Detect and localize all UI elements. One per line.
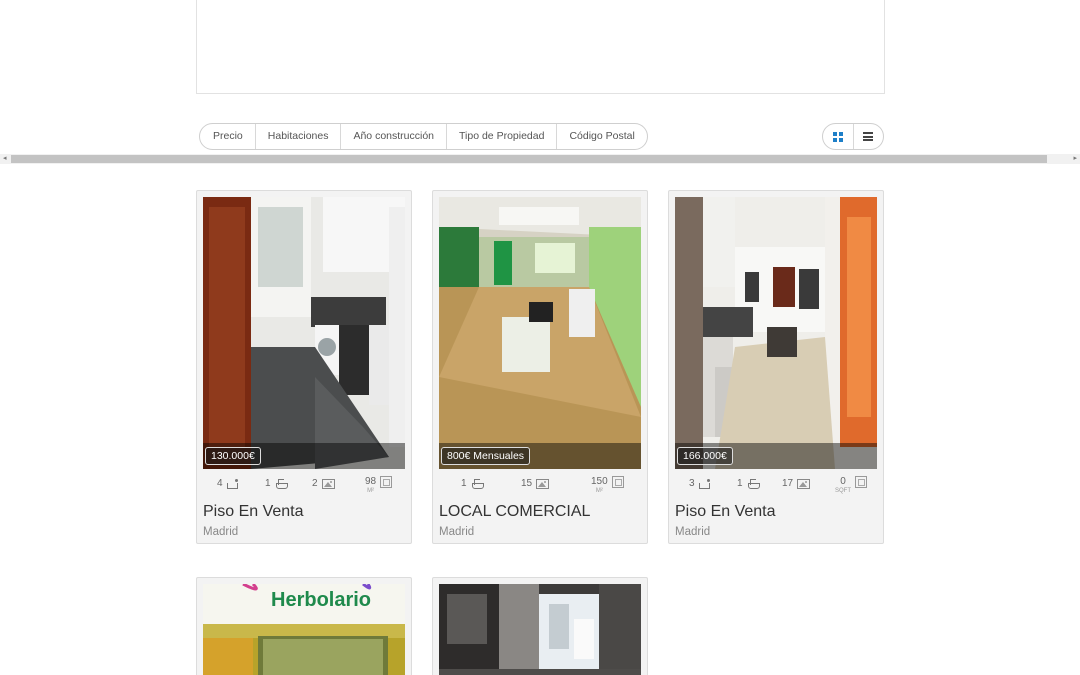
bedrooms-count: 3 — [689, 476, 711, 492]
photos-count: 2 — [312, 476, 335, 492]
bathrooms-count: 1 — [265, 476, 288, 492]
listing-city: Madrid — [203, 526, 239, 538]
price-badge: 166.000€ — [677, 447, 733, 465]
sort-rooms-button[interactable]: Habitaciones — [256, 124, 342, 149]
bed-icon — [226, 479, 239, 490]
area-value: 150 M² — [591, 476, 624, 495]
price-badge: 800€ Mensuales — [441, 447, 531, 465]
listing-photo[interactable] — [439, 584, 641, 675]
view-toggle — [822, 123, 884, 150]
list-view-icon — [863, 132, 874, 141]
photos-count: 15 — [521, 476, 550, 492]
listing-card[interactable]: 130.000€ 4 1 2 98 M² Piso En Venta Madrid — [196, 190, 412, 544]
herbolario-sign-text: Herbolario — [271, 589, 371, 611]
listing-title[interactable]: LOCAL COMERCIAL — [439, 503, 590, 521]
area-value: 0 SQFT — [835, 476, 867, 495]
grid-view-button[interactable] — [823, 124, 854, 149]
map-panel[interactable] — [196, 0, 885, 94]
sort-bar: Precio Habitaciones Año construcción Tip… — [199, 123, 648, 150]
photos-count: 17 — [782, 476, 811, 492]
horizontal-scrollbar[interactable]: ◂ ▸ — [0, 154, 1080, 164]
photo-icon — [797, 479, 811, 489]
area-icon — [855, 476, 867, 488]
list-view-button[interactable] — [854, 124, 884, 149]
bath-icon — [471, 479, 484, 490]
listing-photo[interactable]: 800€ Mensuales — [439, 197, 641, 469]
listing-title[interactable]: Piso En Venta — [203, 503, 304, 521]
price-badge: 130.000€ — [205, 447, 261, 465]
listing-title[interactable]: Piso En Venta — [675, 503, 776, 521]
area-icon — [380, 476, 393, 488]
bath-icon — [747, 479, 760, 490]
bathrooms-count: 1 — [461, 476, 484, 492]
listing-photo[interactable]: 130.000€ — [203, 197, 405, 469]
area-icon — [611, 476, 624, 488]
listing-card[interactable]: 166.000€ 3 1 17 0 SQFT Piso En Venta Madr… — [668, 190, 884, 544]
bedrooms-count: 4 — [217, 476, 239, 492]
bathrooms-count: 1 — [737, 476, 760, 492]
sort-year-button[interactable]: Año construcción — [341, 124, 448, 149]
area-value: 98 M² — [365, 476, 393, 495]
sort-zip-button[interactable]: Código Postal — [557, 124, 646, 149]
listing-city: Madrid — [439, 526, 475, 538]
listing-photo[interactable]: Herbolario — [203, 584, 405, 675]
photo-icon — [321, 479, 335, 489]
photo-icon — [536, 479, 550, 489]
scroll-right-icon[interactable]: ▸ — [1073, 155, 1077, 163]
listing-photo[interactable]: 166.000€ — [675, 197, 877, 469]
listing-card[interactable] — [432, 577, 648, 675]
bed-icon — [698, 479, 711, 490]
sort-type-button[interactable]: Tipo de Propiedad — [447, 124, 558, 149]
sort-price-button[interactable]: Precio — [200, 124, 256, 149]
listing-card[interactable]: Herbolario — [196, 577, 412, 675]
bath-icon — [275, 479, 288, 490]
scroll-left-icon[interactable]: ◂ — [3, 155, 7, 163]
listing-card[interactable]: 800€ Mensuales 1 15 150 M² LOCAL COMERCIA… — [432, 190, 648, 544]
listing-city: Madrid — [675, 526, 711, 538]
scrollbar-thumb[interactable] — [11, 155, 1047, 163]
grid-view-icon — [832, 131, 843, 142]
